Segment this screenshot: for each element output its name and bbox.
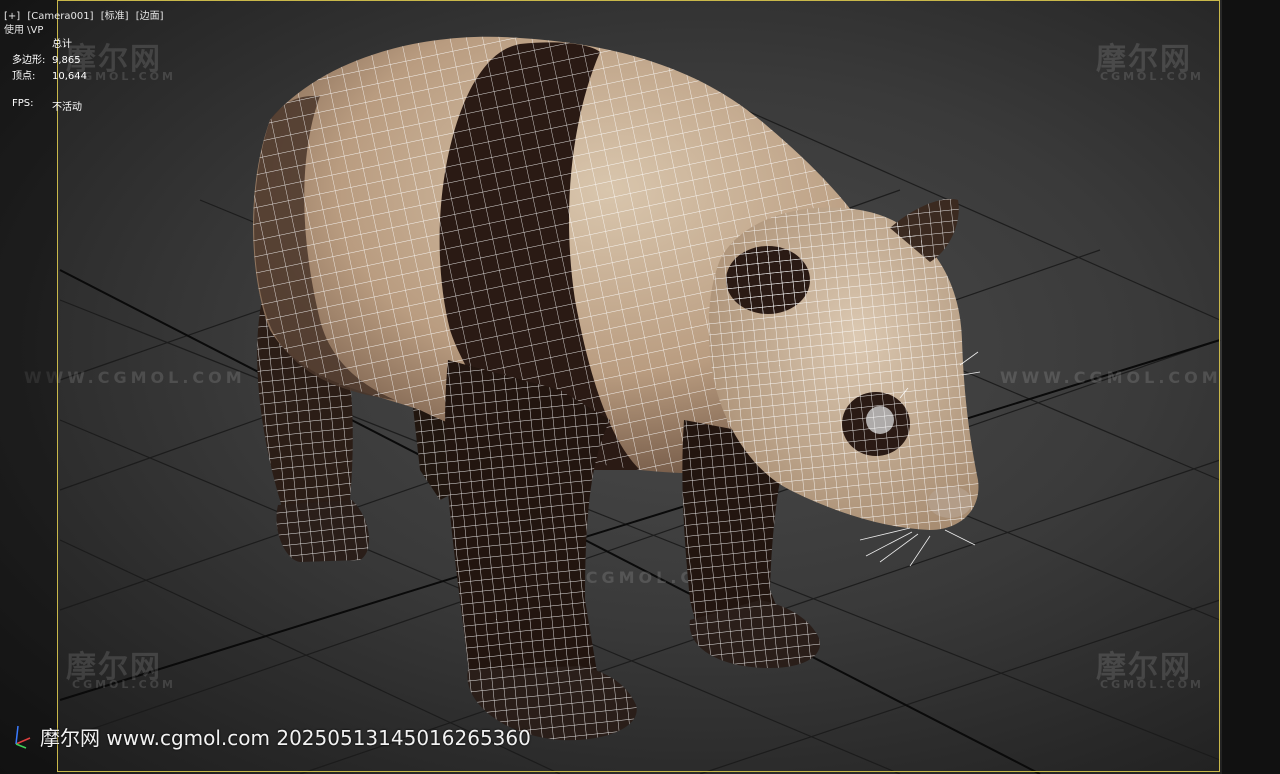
- panda-model[interactable]: [0, 0, 1280, 774]
- fps-value: 不活动: [52, 102, 82, 113]
- stats-vertices-label: 顶点:: [12, 71, 36, 82]
- viewport-camera001[interactable]: 摩尔网 CGMOL.COM 摩尔网 CGMOL.COM 摩尔网 WWW.CGMO…: [0, 0, 1280, 774]
- stats-vertices-value: 10,644: [52, 71, 87, 82]
- viewport-mode-label: 使用 \VP: [4, 25, 44, 36]
- stats-total-header: 总计: [52, 39, 72, 50]
- viewport-menu-edged-faces[interactable]: [边面]: [136, 11, 164, 22]
- viewport-menu-shading[interactable]: [标准]: [101, 11, 129, 22]
- left-panel-strip: [0, 0, 57, 774]
- viewport-label-menu: [+] [Camera001] [标准] [边面]: [4, 7, 168, 22]
- stats-polygons-label: 多边形:: [12, 55, 46, 66]
- viewport-statistics: 总计 多边形: 9,865 顶点: 10,644: [12, 37, 87, 85]
- stats-polygons-value: 9,865: [52, 55, 81, 66]
- right-panel-strip: [1222, 0, 1280, 774]
- fps-label: FPS:: [12, 98, 34, 109]
- footer-watermark: 摩尔网 www.cgmol.com 20250513145016265360: [40, 726, 531, 750]
- fps-readout: FPS: 不活动: [12, 98, 82, 113]
- axis-tripod-icon: [15, 725, 31, 749]
